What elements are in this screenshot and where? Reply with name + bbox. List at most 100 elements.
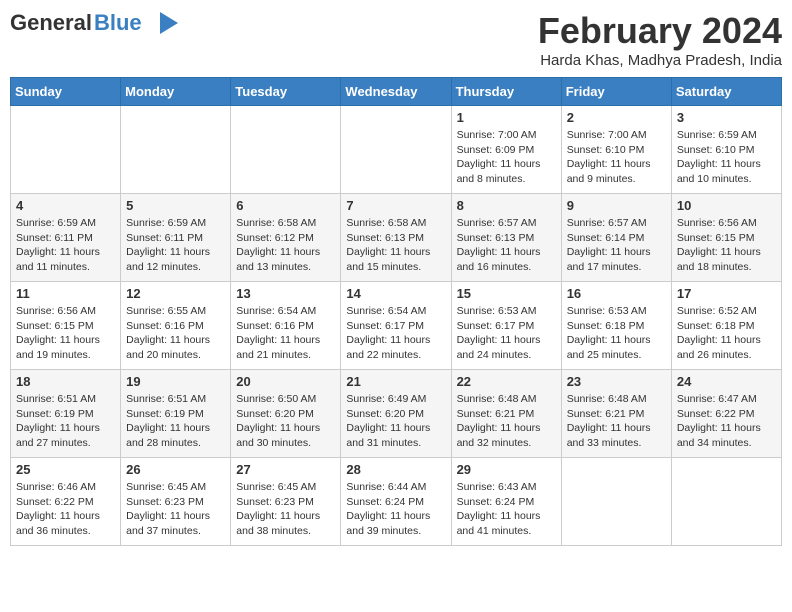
day-number: 27 [236,462,335,477]
calendar-cell: 15 Sunrise: 6:53 AM Sunset: 6:17 PM Dayli… [451,282,561,370]
calendar-cell: 10 Sunrise: 6:56 AM Sunset: 6:15 PM Dayli… [671,194,781,282]
day-info: Sunrise: 6:53 AM Sunset: 6:17 PM Dayligh… [457,304,556,363]
calendar-cell: 12 Sunrise: 6:55 AM Sunset: 6:16 PM Dayli… [121,282,231,370]
col-header-thursday: Thursday [451,78,561,106]
calendar-cell: 18 Sunrise: 6:51 AM Sunset: 6:19 PM Dayli… [11,370,121,458]
day-number: 13 [236,286,335,301]
day-number: 16 [567,286,666,301]
day-info: Sunrise: 6:49 AM Sunset: 6:20 PM Dayligh… [346,392,445,451]
day-number: 14 [346,286,445,301]
calendar-cell: 2 Sunrise: 7:00 AM Sunset: 6:10 PM Daylig… [561,106,671,194]
calendar-cell: 14 Sunrise: 6:54 AM Sunset: 6:17 PM Dayli… [341,282,451,370]
col-header-friday: Friday [561,78,671,106]
calendar-cell: 27 Sunrise: 6:45 AM Sunset: 6:23 PM Dayli… [231,458,341,546]
calendar-cell: 4 Sunrise: 6:59 AM Sunset: 6:11 PM Daylig… [11,194,121,282]
day-info: Sunrise: 7:00 AM Sunset: 6:09 PM Dayligh… [457,128,556,187]
location-subtitle: Harda Khas, Madhya Pradesh, India [538,52,782,69]
day-info: Sunrise: 7:00 AM Sunset: 6:10 PM Dayligh… [567,128,666,187]
calendar-cell: 11Sunrise: 6:56 AM Sunset: 6:15 PM Dayli… [11,282,121,370]
day-number: 6 [236,198,335,213]
day-number: 24 [677,374,776,389]
day-info: Sunrise: 6:51 AM Sunset: 6:19 PM Dayligh… [16,392,115,451]
day-info: Sunrise: 6:56 AM Sunset: 6:15 PM Dayligh… [677,216,776,275]
day-info: Sunrise: 6:57 AM Sunset: 6:13 PM Dayligh… [457,216,556,275]
col-header-wednesday: Wednesday [341,78,451,106]
day-number: 18 [16,374,115,389]
day-info: Sunrise: 6:55 AM Sunset: 6:16 PM Dayligh… [126,304,225,363]
day-number: 25 [16,462,115,477]
day-number: 26 [126,462,225,477]
day-info: Sunrise: 6:54 AM Sunset: 6:17 PM Dayligh… [346,304,445,363]
calendar-cell: 17 Sunrise: 6:52 AM Sunset: 6:18 PM Dayli… [671,282,781,370]
day-number: 22 [457,374,556,389]
day-info: Sunrise: 6:44 AM Sunset: 6:24 PM Dayligh… [346,480,445,539]
calendar-week-row: 25Sunrise: 6:46 AM Sunset: 6:22 PM Dayli… [11,458,782,546]
calendar-table: SundayMondayTuesdayWednesdayThursdayFrid… [10,77,782,546]
day-number: 10 [677,198,776,213]
day-number: 12 [126,286,225,301]
day-number: 8 [457,198,556,213]
calendar-cell: 9Sunrise: 6:57 AM Sunset: 6:14 PM Daylig… [561,194,671,282]
calendar-cell [341,106,451,194]
logo-blue: Blue [94,10,142,36]
calendar-header-row: SundayMondayTuesdayWednesdayThursdayFrid… [11,78,782,106]
calendar-week-row: 4 Sunrise: 6:59 AM Sunset: 6:11 PM Daylig… [11,194,782,282]
calendar-cell [231,106,341,194]
day-info: Sunrise: 6:53 AM Sunset: 6:18 PM Dayligh… [567,304,666,363]
calendar-cell: 8 Sunrise: 6:57 AM Sunset: 6:13 PM Daylig… [451,194,561,282]
calendar-cell: 16 Sunrise: 6:53 AM Sunset: 6:18 PM Dayli… [561,282,671,370]
day-info: Sunrise: 6:45 AM Sunset: 6:23 PM Dayligh… [126,480,225,539]
day-number: 21 [346,374,445,389]
day-number: 7 [346,198,445,213]
title-area: February 2024 Harda Khas, Madhya Pradesh… [538,10,782,69]
day-number: 28 [346,462,445,477]
calendar-cell [671,458,781,546]
day-info: Sunrise: 6:43 AM Sunset: 6:24 PM Dayligh… [457,480,556,539]
day-info: Sunrise: 6:59 AM Sunset: 6:10 PM Dayligh… [677,128,776,187]
day-info: Sunrise: 6:58 AM Sunset: 6:13 PM Dayligh… [346,216,445,275]
calendar-cell: 29 Sunrise: 6:43 AM Sunset: 6:24 PM Dayli… [451,458,561,546]
calendar-cell: 28 Sunrise: 6:44 AM Sunset: 6:24 PM Dayli… [341,458,451,546]
calendar-cell: 25Sunrise: 6:46 AM Sunset: 6:22 PM Dayli… [11,458,121,546]
calendar-week-row: 1 Sunrise: 7:00 AM Sunset: 6:09 PM Daylig… [11,106,782,194]
day-info: Sunrise: 6:47 AM Sunset: 6:22 PM Dayligh… [677,392,776,451]
col-header-saturday: Saturday [671,78,781,106]
calendar-cell: 5 Sunrise: 6:59 AM Sunset: 6:11 PM Daylig… [121,194,231,282]
day-number: 2 [567,110,666,125]
day-number: 4 [16,198,115,213]
calendar-cell: 21 Sunrise: 6:49 AM Sunset: 6:20 PM Dayli… [341,370,451,458]
day-number: 20 [236,374,335,389]
calendar-cell: 6 Sunrise: 6:58 AM Sunset: 6:12 PM Daylig… [231,194,341,282]
calendar-cell: 23 Sunrise: 6:48 AM Sunset: 6:21 PM Dayli… [561,370,671,458]
calendar-cell: 20 Sunrise: 6:50 AM Sunset: 6:20 PM Dayli… [231,370,341,458]
month-year-title: February 2024 [538,10,782,52]
day-number: 23 [567,374,666,389]
day-info: Sunrise: 6:59 AM Sunset: 6:11 PM Dayligh… [126,216,225,275]
calendar-week-row: 18 Sunrise: 6:51 AM Sunset: 6:19 PM Dayli… [11,370,782,458]
day-info: Sunrise: 6:51 AM Sunset: 6:19 PM Dayligh… [126,392,225,451]
day-number: 15 [457,286,556,301]
day-info: Sunrise: 6:54 AM Sunset: 6:16 PM Dayligh… [236,304,335,363]
day-number: 29 [457,462,556,477]
col-header-monday: Monday [121,78,231,106]
day-info: Sunrise: 6:45 AM Sunset: 6:23 PM Dayligh… [236,480,335,539]
day-number: 5 [126,198,225,213]
calendar-cell: 24 Sunrise: 6:47 AM Sunset: 6:22 PM Dayli… [671,370,781,458]
calendar-cell: 7 Sunrise: 6:58 AM Sunset: 6:13 PM Daylig… [341,194,451,282]
day-info: Sunrise: 6:58 AM Sunset: 6:12 PM Dayligh… [236,216,335,275]
col-header-tuesday: Tuesday [231,78,341,106]
calendar-cell [121,106,231,194]
logo-general: General [10,10,92,36]
calendar-cell: 1 Sunrise: 7:00 AM Sunset: 6:09 PM Daylig… [451,106,561,194]
calendar-cell [561,458,671,546]
col-header-sunday: Sunday [11,78,121,106]
day-number: 9 [567,198,666,213]
day-number: 1 [457,110,556,125]
day-number: 3 [677,110,776,125]
day-number: 17 [677,286,776,301]
day-info: Sunrise: 6:48 AM Sunset: 6:21 PM Dayligh… [567,392,666,451]
day-info: Sunrise: 6:52 AM Sunset: 6:18 PM Dayligh… [677,304,776,363]
day-info: Sunrise: 6:59 AM Sunset: 6:11 PM Dayligh… [16,216,115,275]
day-info: Sunrise: 6:48 AM Sunset: 6:21 PM Dayligh… [457,392,556,451]
day-info: Sunrise: 6:50 AM Sunset: 6:20 PM Dayligh… [236,392,335,451]
